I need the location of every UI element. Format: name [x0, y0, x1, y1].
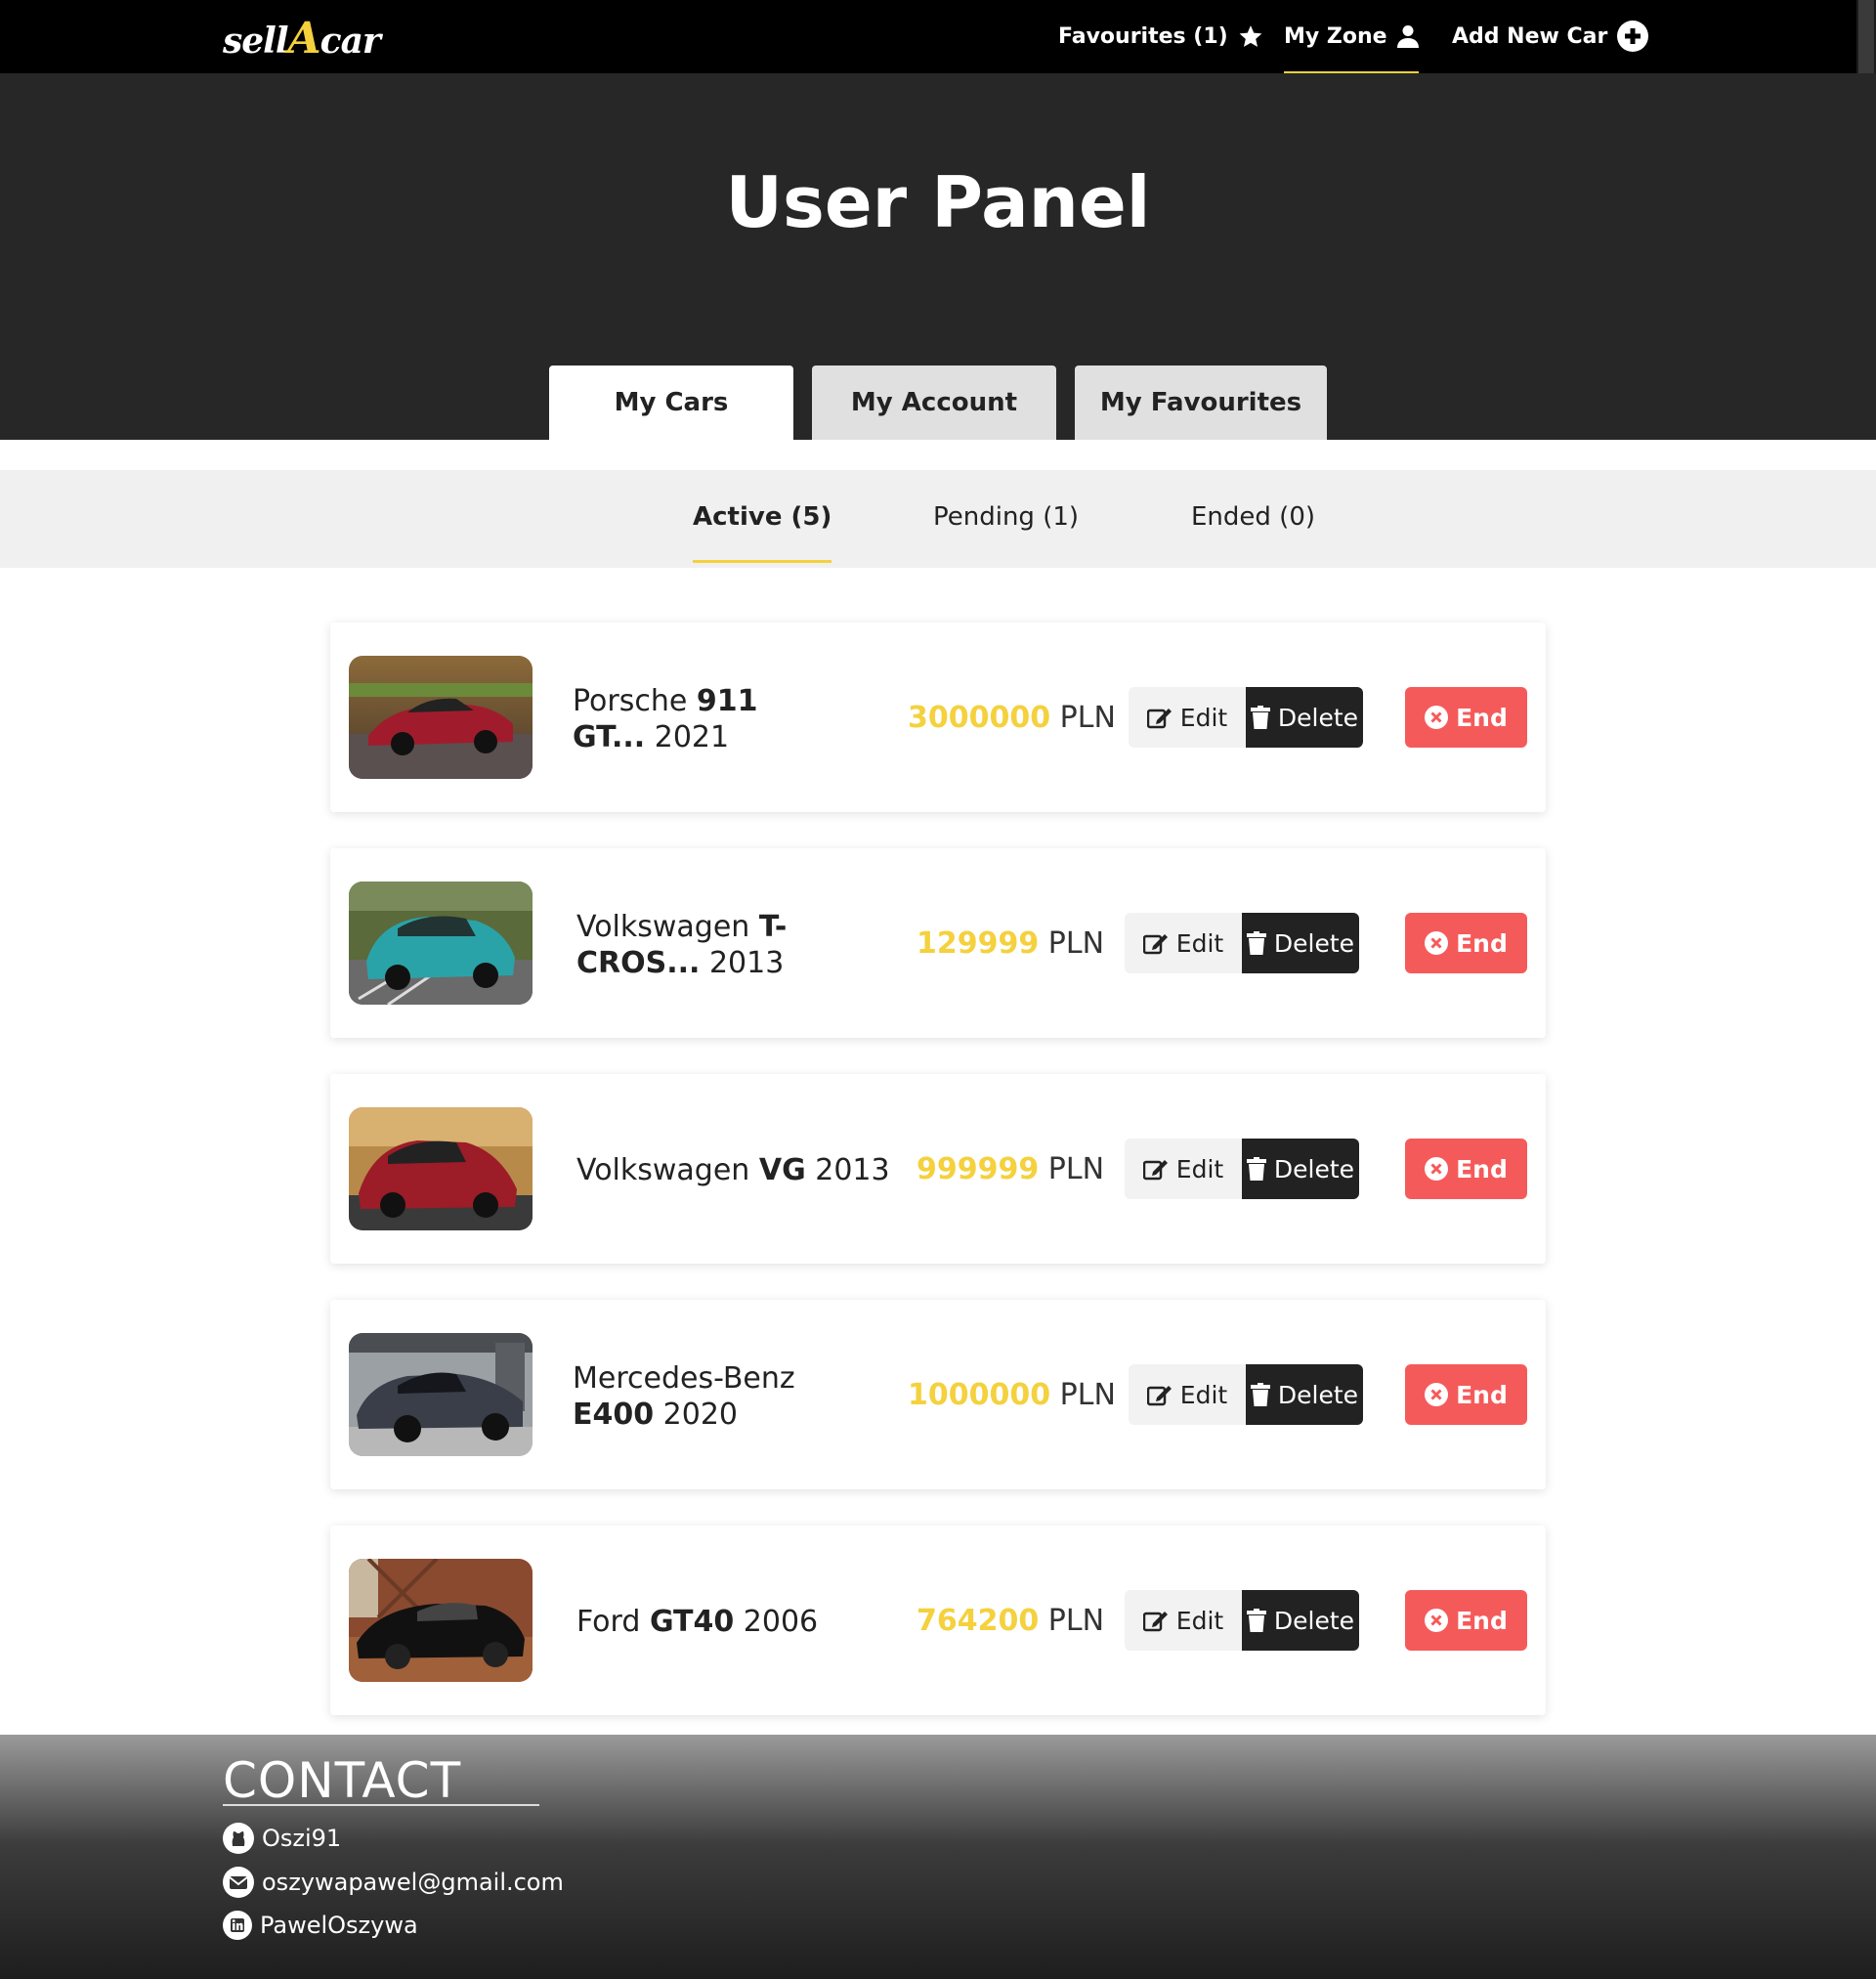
car-photo[interactable] [349, 1107, 533, 1230]
car-photo[interactable] [349, 656, 533, 779]
close-circle-icon [1425, 706, 1449, 729]
end-listing-button[interactable]: End [1405, 1139, 1527, 1199]
edit-icon [1146, 709, 1172, 729]
car-photo[interactable] [349, 1559, 533, 1682]
car-title[interactable]: Mercedes-Benz E400 2020 [573, 1360, 836, 1433]
trash-icon [1250, 1383, 1270, 1406]
close-circle-icon [1425, 1157, 1449, 1181]
tab-my-favourites[interactable]: My Favourites [1075, 366, 1327, 440]
delete-button[interactable]: Delete [1246, 1364, 1363, 1425]
page-title: User Panel [725, 161, 1151, 243]
nav-favourites-label: Favourites (1) [1058, 23, 1228, 49]
edit-icon [1146, 1386, 1172, 1406]
car-card: Porsche 911 GT... 2021 3000000 PLN Edit … [330, 623, 1546, 812]
car-photo[interactable] [349, 882, 533, 1005]
car-title[interactable]: Volkswagen T-CROS... 2013 [576, 909, 840, 981]
tab-my-account[interactable]: My Account [812, 366, 1056, 440]
status-subtabs: Active (5) Pending (1) Ended (0) [0, 470, 1876, 568]
top-navbar: sellAcar Favourites (1) My Zone Add New … [0, 0, 1876, 74]
nav-favourites[interactable]: Favourites (1) [1058, 22, 1263, 51]
end-listing-button[interactable]: End [1405, 913, 1527, 973]
car-title[interactable]: Ford GT40 2006 [576, 1604, 909, 1640]
car-card: Ford GT40 2006 764200 PLN Edit Delete En… [330, 1526, 1546, 1715]
nav-my-zone-label: My Zone [1284, 23, 1387, 49]
edit-icon [1142, 1612, 1168, 1632]
contact-email[interactable]: oszywapawel@gmail.com [223, 1867, 564, 1898]
trash-icon [1246, 931, 1266, 955]
edit-button[interactable]: Edit [1125, 913, 1242, 973]
star-icon [1239, 25, 1262, 47]
car-price: 3000000 PLN [908, 701, 1116, 735]
contact-linkedin[interactable]: PawelOszywa [223, 1911, 418, 1940]
edit-icon [1142, 1160, 1168, 1181]
end-listing-button[interactable]: End [1405, 687, 1527, 748]
edit-button[interactable]: Edit [1125, 1139, 1242, 1199]
car-price: 1000000 PLN [908, 1378, 1116, 1412]
car-photo[interactable] [349, 1333, 533, 1456]
subtab-active[interactable]: Active (5) [693, 502, 832, 563]
car-price: 764200 PLN [917, 1604, 1105, 1638]
edit-button[interactable]: Edit [1129, 1364, 1246, 1425]
car-price: 129999 PLN [917, 926, 1105, 961]
delete-button[interactable]: Delete [1242, 1590, 1359, 1651]
envelope-icon [223, 1867, 254, 1898]
page-scrollbar[interactable] [1856, 0, 1876, 73]
end-listing-button[interactable]: End [1405, 1590, 1527, 1651]
hero-section: User Panel My Cars My Account My Favouri… [0, 73, 1876, 440]
plus-circle-icon [1617, 21, 1649, 52]
nav-add-new-car-label: Add New Car [1452, 23, 1608, 49]
car-price: 999999 PLN [917, 1152, 1105, 1186]
footer: CONTACT Oszi91 oszywapawel@gmail.com Paw… [0, 1735, 1876, 1979]
car-card: Volkswagen VG 2013 999999 PLN Edit Delet… [330, 1074, 1546, 1264]
edit-button[interactable]: Edit [1125, 1590, 1242, 1651]
subtab-ended[interactable]: Ended (0) [1191, 502, 1315, 532]
delete-button[interactable]: Delete [1242, 1139, 1359, 1199]
delete-button[interactable]: Delete [1246, 687, 1363, 748]
user-icon [1396, 25, 1419, 48]
tab-my-cars[interactable]: My Cars [549, 366, 793, 440]
contact-divider [223, 1804, 539, 1806]
car-title[interactable]: Volkswagen VG 2013 [576, 1152, 909, 1188]
github-icon [223, 1823, 254, 1854]
end-listing-button[interactable]: End [1405, 1364, 1527, 1425]
close-circle-icon [1425, 1609, 1449, 1632]
scrollbar-thumb[interactable] [1858, 0, 1874, 73]
trash-icon [1246, 1157, 1266, 1181]
edit-icon [1142, 934, 1168, 955]
car-title[interactable]: Porsche 911 GT... 2021 [573, 683, 836, 755]
nav-my-zone[interactable]: My Zone [1284, 22, 1419, 74]
nav-add-new-car[interactable]: Add New Car [1452, 21, 1649, 52]
trash-icon [1250, 706, 1270, 729]
linkedin-icon [223, 1911, 252, 1940]
edit-button[interactable]: Edit [1129, 687, 1246, 748]
close-circle-icon [1425, 931, 1449, 955]
contact-heading: CONTACT [223, 1752, 462, 1809]
close-circle-icon [1425, 1383, 1449, 1406]
subtab-pending[interactable]: Pending (1) [933, 502, 1079, 532]
car-card: Volkswagen T-CROS... 2013 129999 PLN Edi… [330, 848, 1546, 1038]
delete-button[interactable]: Delete [1242, 913, 1359, 973]
car-card: Mercedes-Benz E400 2020 1000000 PLN Edit… [330, 1300, 1546, 1489]
brand-logo[interactable]: sellAcar [223, 14, 381, 64]
contact-github[interactable]: Oszi91 [223, 1823, 341, 1854]
trash-icon [1246, 1609, 1266, 1632]
